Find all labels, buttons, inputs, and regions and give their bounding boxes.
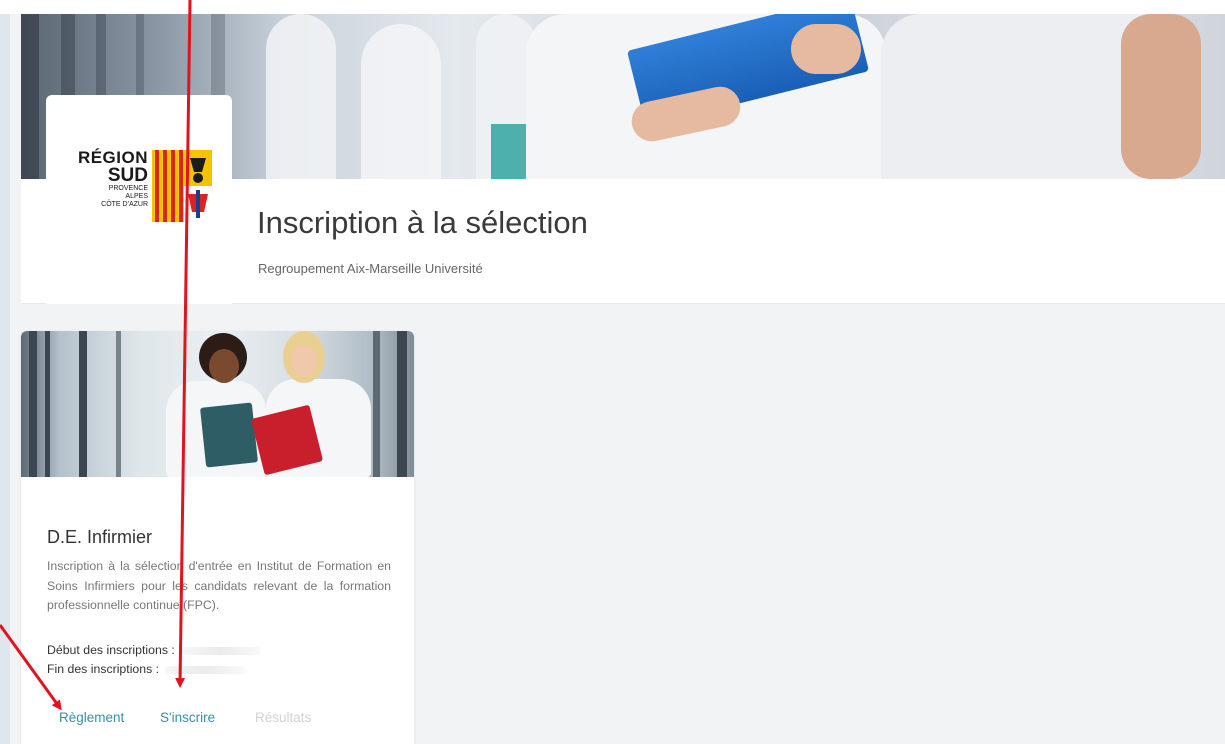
coat-of-arms-icon: [152, 150, 212, 222]
results-link: Résultats: [255, 710, 312, 725]
logo-wordmark: RÉGION SUD PROVENCE ALPES CÔTE D'AZUR: [77, 148, 148, 209]
course-description: Inscription à la sélection d'entrée en I…: [47, 559, 391, 612]
course-title: D.E. Infirmier: [47, 527, 153, 547]
registration-end: Fin des inscriptions :: [47, 660, 261, 679]
redacted-date: [165, 665, 246, 674]
top-margin-strip: [0, 0, 1225, 14]
registration-dates: Début des inscriptions : Fin des inscrip…: [47, 641, 261, 679]
page-subtitle: Regroupement Aix-Marseille Université: [258, 261, 483, 276]
registration-start: Début des inscriptions :: [47, 641, 261, 660]
left-border-strip: [0, 0, 10, 744]
registration-start-label: Début des inscriptions :: [47, 643, 175, 657]
course-card-image: [21, 331, 414, 477]
course-card: D.E. Infirmier Inscription à la sélectio…: [21, 331, 414, 744]
rules-link[interactable]: Règlement: [59, 710, 124, 725]
region-logo: RÉGION SUD PROVENCE ALPES CÔTE D'AZUR: [46, 95, 232, 304]
register-link[interactable]: S'inscrire: [160, 710, 215, 725]
registration-end-label: Fin des inscriptions :: [47, 662, 160, 676]
redacted-date: [180, 646, 261, 655]
page-title: Inscription à la sélection: [257, 205, 588, 240]
